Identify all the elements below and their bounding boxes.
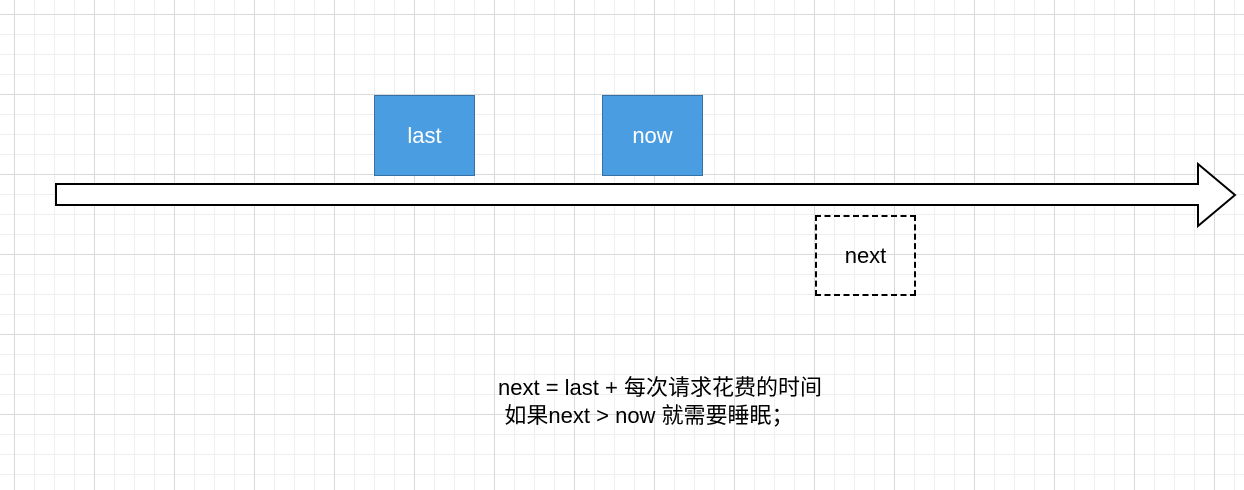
last-box-label: last [407, 122, 442, 148]
next-box: next [815, 215, 916, 296]
caption: next = last + 每次请求花费的时间 如果next > now 就需要… [400, 374, 920, 430]
next-box-label: next [844, 242, 887, 268]
now-box-label: now [632, 122, 673, 148]
now-box: now [602, 95, 703, 176]
diagram-canvas: last now next next = last + 每次请求花费的时间 如果… [0, 0, 1244, 490]
caption-condition: 如果next > now 就需要睡眠； [504, 403, 794, 428]
last-box: last [374, 95, 475, 176]
caption-formula: next = last + 每次请求花费的时间 [498, 375, 822, 400]
